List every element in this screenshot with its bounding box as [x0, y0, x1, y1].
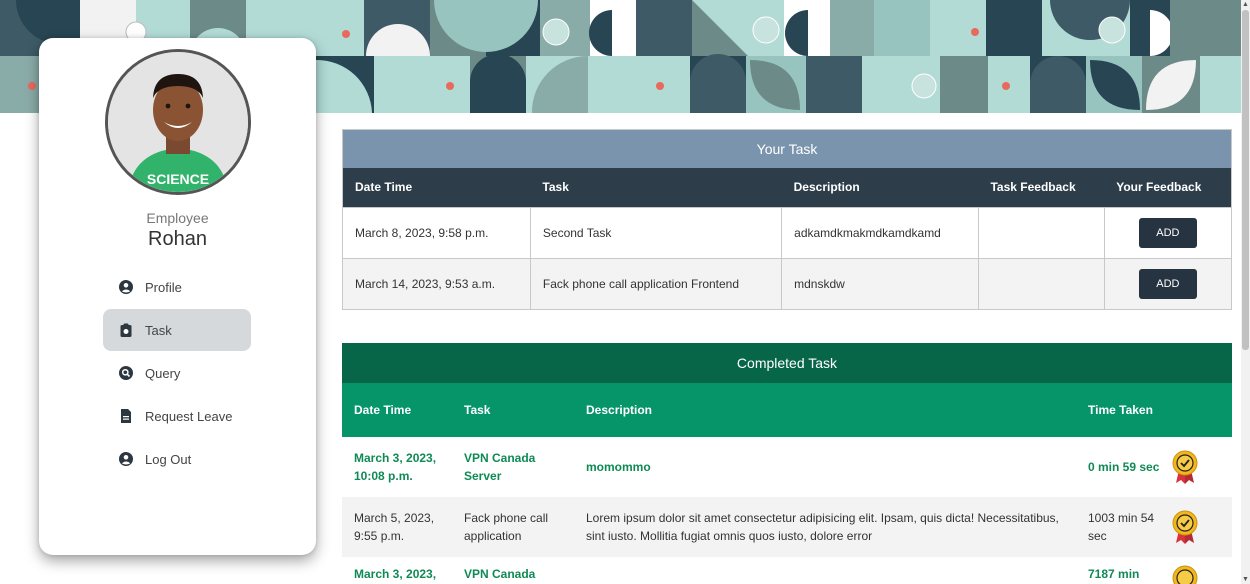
your-task-table: Date Time Task Description Task Feedback… — [343, 168, 1231, 309]
nav-item-label: Profile — [145, 279, 182, 295]
nav-item-label: Request Leave — [145, 408, 233, 424]
your-feedback-cell: ADD — [1104, 206, 1231, 258]
user-icon — [119, 452, 133, 466]
column-header: Task Feedback — [978, 168, 1105, 207]
award-badge-icon — [1172, 565, 1198, 584]
column-header: Description — [574, 383, 1076, 437]
task-description: adkamdkmakmdkamdkamd — [781, 206, 979, 258]
task-name: Fack phone call application Frontend — [530, 257, 783, 309]
user-role: Employee — [146, 210, 209, 226]
table-header-row: Date Time Task Description Time Taken — [342, 383, 1232, 437]
task-date: March 8, 2023, 9:58 p.m. — [343, 206, 531, 258]
column-header: Your Feedback — [1104, 168, 1231, 207]
completed-task-panel: Completed Task Date Time Task Descriptio… — [342, 343, 1232, 584]
nav-item-profile[interactable]: Profile — [103, 266, 251, 308]
task-icon — [119, 323, 133, 337]
task-name: Fack phone call application — [452, 497, 574, 557]
time-taken: 1003 min 54 sec — [1076, 497, 1160, 557]
page-scrollbar[interactable]: ▲ ▼ — [1241, 0, 1250, 584]
document-icon — [119, 409, 133, 423]
task-date: March 5, 2023, 9:55 p.m. — [342, 497, 452, 557]
scroll-thumb[interactable] — [1242, 10, 1249, 350]
your-feedback-cell: ADD — [1104, 257, 1231, 309]
your-task-title: Your Task — [343, 130, 1231, 168]
table-header-row: Date Time Task Description Task Feedback… — [343, 168, 1231, 207]
task-date: March 3, 2023, — [342, 557, 452, 584]
table-row: March 3, 2023, 10:08 p.m. VPN Canada Ser… — [342, 437, 1232, 497]
time-taken: 7187 min — [1076, 557, 1160, 584]
add-feedback-button[interactable]: ADD — [1138, 217, 1197, 248]
table-row: March 3, 2023, VPN Canada 7187 min — [342, 557, 1232, 584]
task-feedback — [978, 257, 1105, 309]
badge-cell — [1160, 497, 1232, 557]
task-feedback — [978, 206, 1105, 258]
sidebar: SCIENCE Employee Rohan Profile Task Quer… — [39, 38, 316, 555]
table-row: March 8, 2023, 9:58 p.m. Second Task adk… — [343, 206, 1231, 258]
column-header: Time Taken — [1076, 383, 1160, 437]
completed-task-title: Completed Task — [342, 343, 1232, 383]
task-name: Second Task — [530, 206, 783, 258]
task-date: March 14, 2023, 9:53 a.m. — [343, 257, 531, 309]
table-row: March 14, 2023, 9:53 a.m. Fack phone cal… — [343, 257, 1231, 309]
column-header: Date Time — [343, 168, 531, 207]
award-badge-icon — [1172, 450, 1198, 484]
column-header-blank — [1160, 383, 1232, 437]
user-name: Rohan — [148, 228, 207, 250]
completed-task-table: Date Time Task Description Time Taken Ma… — [342, 383, 1232, 584]
avatar-shirt-text: SCIENCE — [147, 171, 209, 187]
nav-item-label: Task — [145, 322, 172, 338]
task-description: Lorem ipsum dolor sit amet consectetur a… — [574, 497, 1076, 557]
task-description: mdnskdw — [781, 257, 979, 309]
nav-item-label: Query — [145, 365, 181, 381]
nav-item-request-leave[interactable]: Request Leave — [103, 395, 251, 437]
badge-cell — [1160, 557, 1232, 584]
task-description: momommo — [574, 437, 1076, 497]
column-header: Task — [530, 168, 782, 207]
scroll-up-arrow-icon[interactable]: ▲ — [1241, 0, 1250, 9]
nav-item-query[interactable]: Query — [103, 352, 251, 394]
table-row: March 5, 2023, 9:55 p.m. Fack phone call… — [342, 497, 1232, 557]
task-date: March 3, 2023, 10:08 p.m. — [342, 437, 452, 497]
award-badge-icon — [1172, 510, 1198, 544]
column-header: Task — [452, 383, 574, 437]
task-description — [574, 557, 1076, 584]
add-feedback-button[interactable]: ADD — [1138, 268, 1197, 299]
your-task-panel: Your Task Date Time Task Description Tas… — [342, 129, 1232, 310]
user-icon — [119, 280, 133, 294]
scroll-down-arrow-icon[interactable]: ▼ — [1241, 575, 1250, 584]
task-name: VPN Canada Server — [452, 437, 574, 497]
nav-item-log-out[interactable]: Log Out — [103, 438, 251, 480]
time-taken: 0 min 59 sec — [1076, 437, 1160, 497]
badge-cell — [1160, 437, 1232, 497]
nav-item-task[interactable]: Task — [103, 309, 251, 351]
column-header: Date Time — [342, 383, 452, 437]
nav-item-label: Log Out — [145, 451, 192, 467]
search-icon — [119, 366, 133, 380]
column-header: Description — [781, 168, 979, 207]
task-name: VPN Canada — [452, 557, 574, 584]
avatar: SCIENCE — [105, 49, 251, 195]
